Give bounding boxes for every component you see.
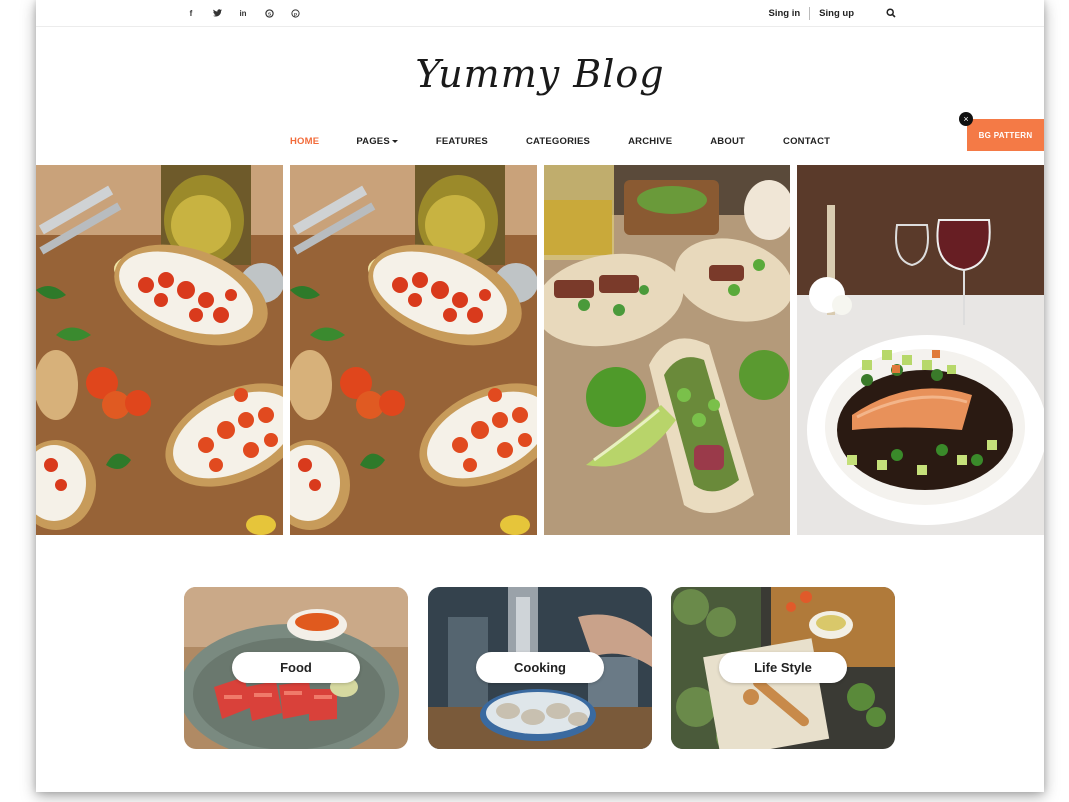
close-icon[interactable]: × (959, 112, 973, 126)
signin-link[interactable]: Sing in (769, 8, 801, 19)
nav-item-home[interactable]: HOME (290, 136, 319, 147)
hero-image-bruschetta[interactable] (36, 165, 283, 535)
tacos-illustration (544, 165, 790, 535)
twitter-icon[interactable] (204, 7, 230, 19)
pinterest-icon[interactable]: p (282, 7, 308, 19)
hero-gallery (36, 165, 1044, 535)
category-label-lifestyle[interactable]: Life Style (719, 652, 847, 683)
auth-links: Sing in Sing up (769, 7, 854, 20)
top-bar: f in S p Sing in Sing up (36, 0, 1044, 27)
search-icon[interactable] (886, 8, 896, 18)
hero-image-bruschetta-2[interactable] (290, 165, 537, 535)
category-label-cooking[interactable]: Cooking (476, 652, 604, 683)
nav-item-about[interactable]: ABOUT (710, 136, 745, 147)
svg-text:p: p (293, 12, 296, 17)
nav-item-categories[interactable]: CATEGORIES (526, 136, 590, 147)
social-links: f in S p (178, 7, 308, 19)
main-nav: HOME PAGES FEATURES CATEGORIES ARCHIVE A… (290, 136, 830, 147)
category-label-food[interactable]: Food (232, 652, 360, 683)
hero-image-tacos[interactable] (544, 165, 790, 535)
nav-item-contact[interactable]: CONTACT (783, 136, 830, 147)
hero-image-salmon[interactable] (797, 165, 1044, 535)
linkedin-icon[interactable]: in (230, 7, 256, 19)
category-card-food[interactable]: Food (184, 587, 408, 749)
page: f in S p Sing in Sing up Yummy Blog HOME… (36, 0, 1044, 792)
nav-item-features[interactable]: FEATURES (436, 136, 488, 147)
nav-item-pages-label: PAGES (356, 136, 390, 147)
chevron-down-icon (391, 139, 398, 143)
salmon-illustration (797, 165, 1044, 535)
nav-item-pages[interactable]: PAGES (356, 136, 398, 147)
site-logo[interactable]: Yummy Blog (36, 52, 1044, 96)
bg-pattern-button[interactable]: BG PATTERN (967, 119, 1044, 151)
divider (809, 7, 811, 20)
category-card-cooking[interactable]: Cooking (428, 587, 652, 749)
signup-link[interactable]: Sing up (819, 8, 854, 19)
facebook-icon[interactable]: f (178, 7, 204, 19)
skype-icon[interactable]: S (256, 7, 282, 19)
category-card-lifestyle[interactable]: Life Style (671, 587, 895, 749)
bruschetta-illustration (36, 165, 283, 535)
nav-item-archive[interactable]: ARCHIVE (628, 136, 672, 147)
bruschetta-illustration (290, 165, 537, 535)
